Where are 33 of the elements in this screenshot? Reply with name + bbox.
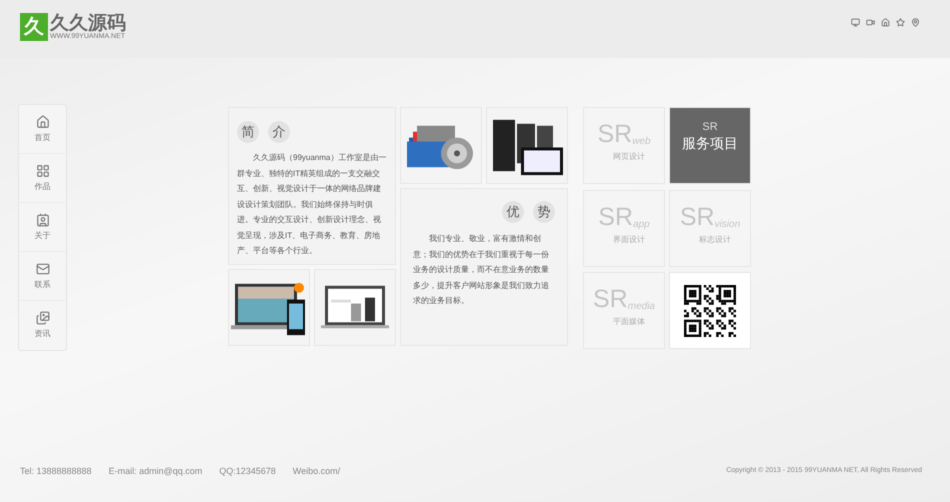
grid-icon [36, 164, 50, 178]
contact-info: Tel: 13888888888 [20, 464, 92, 478]
nav-item[interactable]: 资讯 [19, 301, 66, 350]
feature-title: 服务项目 [682, 136, 738, 150]
images-icon [36, 311, 50, 325]
contact-info: QQ:12345678 [219, 464, 276, 478]
qr-code-icon [684, 284, 736, 337]
service-caption: 网页设计 [613, 151, 645, 163]
video-icon[interactable] [866, 18, 875, 27]
heading-character: 介 [268, 121, 290, 143]
service-caption: 平面媒体 [613, 316, 645, 328]
nav-item[interactable]: 联系 [19, 252, 66, 301]
monitor-icon[interactable] [851, 18, 860, 27]
contact-info: Weibo.com/ [292, 464, 340, 478]
heading-character: 优 [502, 201, 524, 223]
logo-mark: 久 [20, 13, 48, 41]
service-caption: 界面设计 [613, 234, 645, 246]
sr-label: SR [702, 122, 718, 133]
nav-item[interactable]: 关于 [19, 203, 66, 252]
intro-text: 久久源码（99yuanma）工作室是由一群专业、独特的IT精英组成的一支交融交互、创新、视觉设计于一体的网络品牌建设设计策划团队。我们始终保持与时俱进。专业的交互设计、创新设计理念、视觉呈现，涉及IT、电子商务、教育、房地产、平台等各个行业。 [237, 152, 387, 257]
heading-character: 简 [237, 121, 259, 143]
heading-character: 势 [533, 201, 555, 223]
star-icon[interactable] [896, 18, 905, 27]
nav-item[interactable]: 首页 [19, 105, 66, 154]
service-caption: 标志设计 [699, 234, 731, 246]
advantage-text: 我们专业、敬业，富有激情和创意；我们的优势在于我们重视于每一份业务的设计质量，而不在意业务的数量多少，提升客户网站形象是我们致力追求的业务目标。 [413, 233, 550, 307]
contact-info: E-mail: admin@qq.com [108, 464, 202, 478]
home-icon [36, 114, 50, 128]
home-icon[interactable] [881, 18, 890, 27]
nav-item[interactable]: 作品 [19, 154, 66, 203]
logo-name: 久久源码 [50, 14, 126, 33]
mail-icon [36, 262, 50, 276]
pin-icon[interactable] [911, 18, 920, 27]
